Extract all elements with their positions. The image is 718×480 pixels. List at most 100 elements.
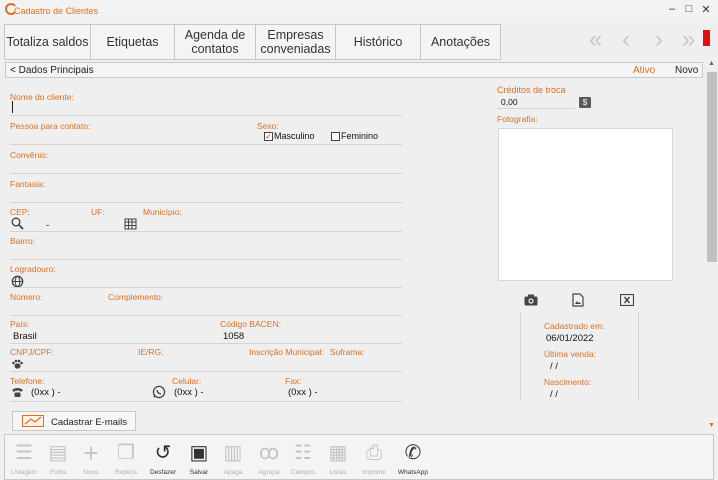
tab-historico[interactable]: Histórico: [336, 25, 421, 59]
nome-label: Nome do cliente:: [10, 92, 74, 102]
tab-totaliza-saldos[interactable]: Totaliza saldos: [5, 25, 91, 59]
remove-image-icon[interactable]: [619, 293, 635, 308]
convenio-label: Convênio:: [10, 150, 49, 160]
imprime-label: Imprime: [362, 469, 386, 476]
copy-icon: ❐: [117, 442, 135, 464]
first-record-icon[interactable]: «: [589, 26, 602, 54]
fields-icon: ☷: [294, 442, 312, 464]
nome-input-caret[interactable]: [12, 101, 13, 113]
replica-button[interactable]: ❐ Replica: [108, 435, 144, 479]
suframa-label: Suframa:: [330, 347, 365, 357]
cep-search-icon[interactable]: [11, 217, 24, 232]
celular-value[interactable]: (0xx ) -: [174, 387, 204, 398]
cadastrar-emails-button[interactable]: Cadastrar E-mails: [12, 411, 136, 431]
plus-icon: +: [83, 438, 99, 468]
scroll-down-icon[interactable]: ▼: [708, 422, 715, 429]
section-header: < Dados Principais Ativo Novo: [5, 62, 703, 78]
feminino-label: Feminino: [341, 131, 379, 141]
nome-field-line[interactable]: [10, 115, 402, 116]
cadastrado-value: 06/01/2022: [546, 333, 594, 344]
ultima-venda-label: Última venda:: [544, 349, 596, 359]
cadastrar-emails-label: Cadastrar E-mails: [51, 417, 128, 428]
minimize-button[interactable]: –: [665, 3, 679, 15]
cep-field-line[interactable]: [10, 231, 402, 232]
apaga-button[interactable]: ▥ Apaga: [215, 435, 251, 479]
group-icon: ꝏ: [258, 442, 280, 464]
info-divider-right: [638, 312, 639, 400]
whatsapp-button[interactable]: ✆ WhatsApp: [395, 435, 431, 479]
undo-icon: ↺: [154, 442, 172, 464]
paw-icon[interactable]: [11, 358, 24, 372]
contato-field-line[interactable]: [10, 144, 402, 145]
bacen-value[interactable]: 1058: [223, 331, 244, 342]
photo-box[interactable]: [498, 128, 673, 281]
telefone-label: Telefone:: [10, 376, 45, 386]
pais-field-line[interactable]: [10, 343, 402, 344]
last-record-icon[interactable]: »: [682, 26, 695, 54]
cnpj-field-line[interactable]: [10, 371, 402, 372]
whatsapp-label: WhatsApp: [398, 469, 428, 476]
desfazer-button[interactable]: ↺ Desfazer: [145, 435, 181, 479]
masculino-checkbox[interactable]: ✓: [264, 132, 273, 141]
whatsapp-icon: ✆: [404, 442, 422, 464]
imprime-button[interactable]: ⎙ Imprime: [356, 435, 392, 479]
pais-value[interactable]: Brasil: [13, 331, 37, 342]
numero-field-line[interactable]: [10, 315, 402, 316]
tab-agenda-contatos[interactable]: Agenda de contatos: [175, 25, 256, 59]
sexo-label: Sexo:: [257, 121, 279, 131]
cnpj-label: CNPJ/CPF:: [10, 347, 54, 357]
next-record-icon[interactable]: ›: [655, 26, 663, 54]
scroll-up-icon[interactable]: ▲: [708, 60, 715, 67]
complemento-label: Complemento:: [108, 292, 164, 302]
phone-icon[interactable]: [11, 386, 24, 400]
close-button[interactable]: ✕: [699, 3, 713, 16]
creditos-label: Créditos de troca: [497, 85, 566, 95]
feminino-checkbox[interactable]: [331, 132, 340, 141]
nascimento-label: Nascimento:: [544, 377, 592, 387]
cep-value[interactable]: -: [46, 220, 49, 231]
city-table-icon[interactable]: [124, 217, 137, 232]
ultima-venda-value: / /: [550, 361, 558, 372]
tab-bar: Totaliza saldos Etiquetas Agenda de cont…: [4, 24, 501, 60]
window-title: Cadastro de Clientes: [14, 6, 99, 16]
scroll-thumb[interactable]: [707, 72, 717, 262]
status-marker: [703, 30, 710, 46]
dollar-button[interactable]: $: [579, 97, 591, 108]
list-icon: ☰: [15, 442, 33, 464]
fantasia-field-line[interactable]: [10, 202, 402, 203]
uf-label: UF:: [91, 207, 105, 217]
logradouro-field-line[interactable]: [10, 287, 402, 288]
contato-label: Pessoa para contato:: [10, 121, 91, 131]
section-title[interactable]: < Dados Principais: [10, 65, 94, 76]
tab-empresas-conveniadas[interactable]: Empresas conveniadas: [256, 25, 336, 59]
logradouro-label: Logradouro:: [10, 264, 56, 274]
document-icon: ▤: [48, 442, 68, 464]
tab-etiquetas[interactable]: Etiquetas: [91, 25, 175, 59]
printer-icon: ⎙: [366, 442, 382, 464]
telefone-field-line[interactable]: [10, 401, 402, 402]
celular-label: Celular:: [172, 376, 202, 386]
bottom-toolbar: ☰ Listagem ▤ Ficha + Novo ❐ Replica ↺ De…: [4, 434, 714, 480]
municipio-label: Município:: [143, 207, 182, 217]
bairro-field-line[interactable]: [10, 259, 402, 260]
fax-value[interactable]: (0xx ) -: [288, 387, 318, 398]
prev-record-icon[interactable]: ‹: [622, 26, 630, 54]
camera-icon[interactable]: [524, 294, 538, 308]
telefone-value[interactable]: (0xx ) -: [31, 387, 61, 398]
fotografia-label: Fotografia:: [497, 114, 538, 124]
tab-anotacoes[interactable]: Anotações: [421, 25, 500, 59]
nascimento-value[interactable]: / /: [550, 389, 558, 400]
email-envelope-icon: [22, 415, 44, 427]
creditos-value[interactable]: 0,00: [501, 97, 518, 107]
whatsapp-small-icon[interactable]: [152, 385, 166, 401]
numero-label: Número:: [10, 292, 43, 302]
pais-label: País:: [10, 319, 30, 329]
inscricao-label: Inscrição Municipal:: [249, 347, 324, 357]
fax-label: Fax:: [285, 376, 302, 386]
image-file-icon[interactable]: [572, 293, 584, 309]
maximize-button[interactable]: □: [682, 3, 696, 15]
listas-button[interactable]: ▦ Listas: [320, 435, 356, 479]
fantasia-label: Fantasia:: [10, 179, 45, 189]
vertical-scrollbar[interactable]: ▲ ▼: [705, 60, 718, 432]
convenio-field-line[interactable]: [10, 173, 402, 174]
